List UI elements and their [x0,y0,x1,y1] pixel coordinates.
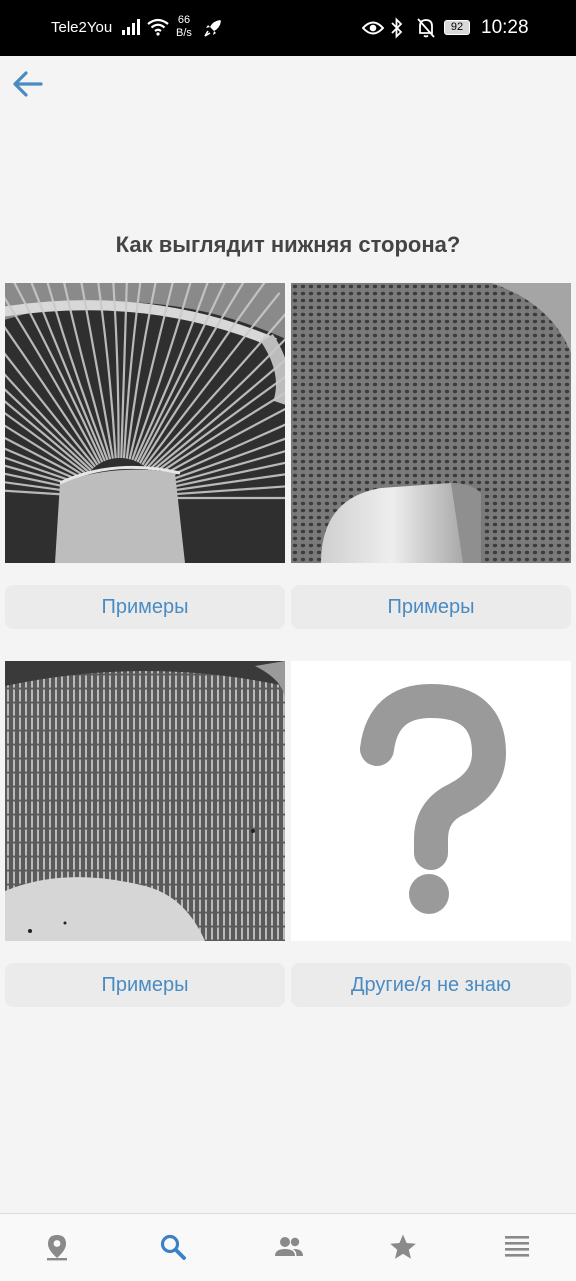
network-speed-value: 66 [177,14,191,26]
menu-icon [505,1236,529,1257]
examples-button-pores[interactable]: Примеры [291,585,571,629]
bluetooth-icon [390,17,404,44]
gills-option-image[interactable] [5,283,285,563]
carrier-name: Tele2You [51,19,113,36]
nav-menu[interactable] [460,1214,575,1281]
nav-map[interactable] [0,1214,115,1281]
network-speed-unit: B/s [176,27,192,39]
page-title: Как выглядит нижняя сторона? [115,232,461,257]
eye-icon [361,20,385,41]
star-icon [390,1234,416,1259]
teeth-option-image[interactable] [5,661,285,941]
battery-indicator: 92 [444,20,470,35]
bell-muted-icon [416,17,436,44]
people-icon [275,1237,303,1256]
nav-search[interactable] [115,1214,230,1281]
unknown-option-image[interactable] [291,661,571,941]
other-unknown-button[interactable]: Другие/я не знаю [291,963,571,1007]
arrow-left-icon [13,71,43,97]
nav-community[interactable] [230,1214,345,1281]
examples-button-gills[interactable]: Примеры [5,585,285,629]
search-icon [160,1234,186,1260]
nav-favorites[interactable] [345,1214,460,1281]
clock: 10:28 [481,17,529,38]
signal-icon [122,19,140,40]
rocket-icon [203,18,223,43]
network-speed: 66 B/s [176,14,192,40]
map-pin-icon [47,1235,67,1261]
back-button[interactable] [12,70,44,98]
pores-underside-photo [291,283,571,563]
teeth-underside-photo [5,661,285,941]
question-mark-icon [360,683,507,914]
bottom-navigation [0,1213,576,1281]
examples-button-teeth[interactable]: Примеры [5,963,285,1007]
gills-underside-photo [5,283,285,563]
wifi-icon [146,18,170,41]
pores-option-image[interactable] [291,283,571,563]
status-bar: Tele2You 66 B/s 92 10:28 [0,0,576,56]
